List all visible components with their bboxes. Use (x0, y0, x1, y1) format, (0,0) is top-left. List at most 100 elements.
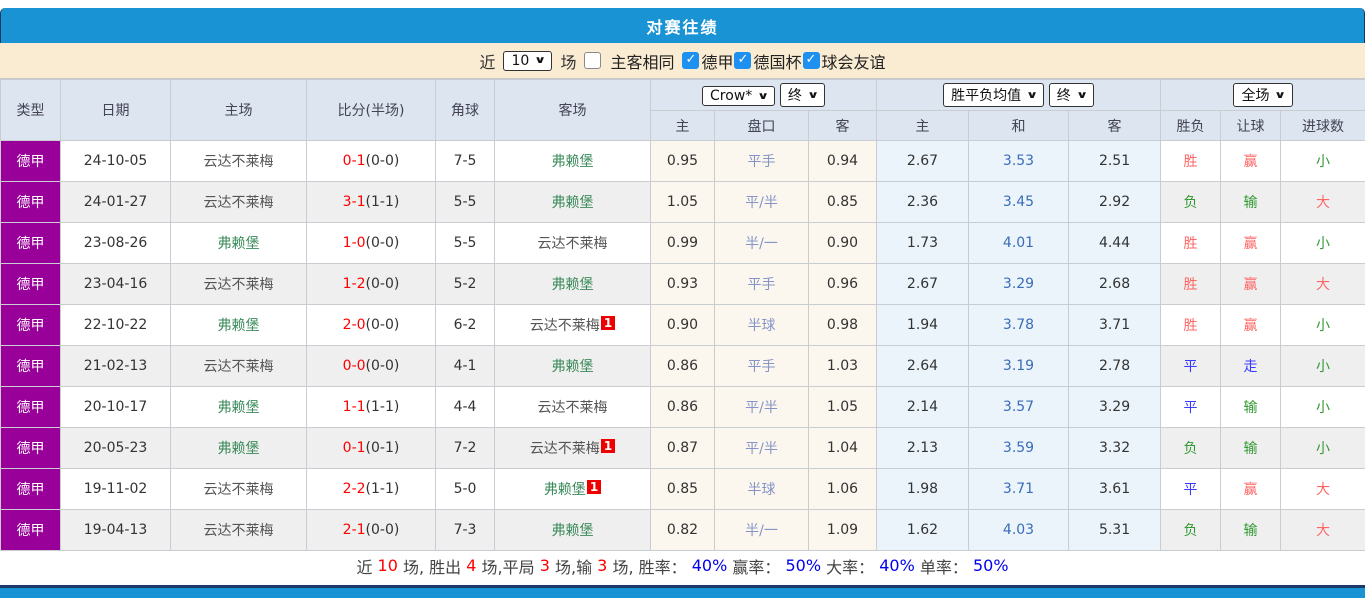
same-venue-checkbox[interactable] (584, 52, 602, 70)
home-team-link[interactable]: 云达不莱梅 (204, 523, 274, 539)
odds-value: 1.09 (826, 522, 859, 539)
result-label: 小 (1316, 236, 1331, 253)
away-team-cell: 弗赖堡 (494, 140, 651, 183)
league-checkbox-2[interactable] (802, 52, 820, 70)
table-row: 德甲 19-04-13 云达不莱梅 2-1(0-0) 7-3 弗赖堡 0.82 半/一 1.09… (0, 509, 1365, 552)
away-team-link[interactable]: 弗赖堡 (552, 195, 594, 211)
avg-odds-value: 3.53 (1002, 153, 1035, 170)
handicap-cell: 半球 (714, 304, 809, 347)
scope-select[interactable]: 全场 ∨ (1233, 83, 1293, 108)
away-team-link[interactable]: 弗赖堡 (552, 277, 594, 293)
league-checkbox-label: 德甲 (701, 52, 734, 72)
handicap-value: 平手 (747, 277, 776, 294)
home-team-link[interactable]: 云达不莱梅 (204, 195, 274, 211)
col-header-goals-result: 进球数 (1280, 110, 1365, 142)
avg-away-cell: 3.61 (1068, 468, 1162, 511)
odds-value: 0.90 (826, 235, 859, 252)
home-team-link[interactable]: 云达不莱梅 (204, 277, 274, 293)
chevron-down-icon: ∨ (534, 55, 547, 67)
corner-cell: 5-2 (435, 263, 495, 306)
avg-odds-value: 3.71 (1098, 317, 1131, 334)
league-checkbox-label: 德国杯 (753, 52, 802, 72)
col-header-avg-home: 主 (876, 110, 970, 142)
away-team-link[interactable]: 云达不莱梅 (530, 441, 600, 457)
fulltime-score: 0-1 (342, 440, 366, 457)
corner-cell: 7-5 (435, 140, 495, 183)
home-team-link[interactable]: 弗赖堡 (218, 236, 260, 252)
corner-cell: 5-5 (435, 222, 495, 265)
avg-odds-value: 1.94 (906, 317, 939, 334)
home-team-link[interactable]: 云达不莱梅 (204, 154, 274, 170)
odds-value: 0.95 (666, 153, 699, 170)
handicap-value: 半球 (747, 482, 776, 499)
stats-value: 40% (691, 556, 728, 576)
corner-count: 5-0 (453, 481, 477, 498)
avg-select-group: 胜平负均值 ∨ 终 ∨ (876, 79, 1162, 112)
col-header-score: 比分(半场) (306, 79, 436, 142)
away-team-link[interactable]: 弗赖堡 (552, 523, 594, 539)
result-cell: 胜 (1160, 263, 1222, 306)
corner-cell: 6-2 (435, 304, 495, 347)
avg-odds-value: 5.31 (1098, 522, 1131, 539)
col-header-date: 日期 (60, 79, 171, 142)
col-header-home: 主场 (170, 79, 307, 142)
near-label: 近 (479, 52, 496, 72)
home-team-link[interactable]: 云达不莱梅 (204, 359, 274, 375)
odds-away-cell: 1.06 (807, 468, 878, 511)
away-team-link[interactable]: 弗赖堡 (552, 154, 594, 170)
away-team-cell: 云达不莱梅 (494, 386, 651, 429)
away-team-link[interactable]: 云达不莱梅 (530, 318, 600, 334)
stats-label: 赢率： (727, 557, 786, 577)
away-team-link[interactable]: 弗赖堡 (544, 482, 586, 498)
away-team-link[interactable]: 云达不莱梅 (538, 236, 608, 252)
away-team-cell: 弗赖堡 (494, 509, 651, 552)
result-label: 输 (1243, 195, 1258, 212)
handicap-cell: 半球 (714, 468, 809, 511)
result-label: 大 (1316, 482, 1331, 499)
league-checkbox-0[interactable] (682, 52, 700, 70)
match-count-select[interactable]: 10 ∨ (503, 50, 553, 71)
odds-away-cell: 0.96 (807, 263, 878, 306)
avg-state-select[interactable]: 终 ∨ (1048, 83, 1094, 108)
corner-count: 4-4 (453, 399, 477, 416)
col-header-odds-home: 主 (650, 110, 715, 142)
handicap-cell: 半/一 (714, 509, 809, 552)
bookmaker-select[interactable]: Crow* ∨ (702, 86, 776, 107)
odds-state-select[interactable]: 终 ∨ (779, 83, 825, 108)
result-label: 小 (1316, 400, 1331, 417)
table-body: 德甲 24-10-05 云达不莱梅 0-1(0-0) 7-5 弗赖堡 0.95 平手 0.94 2… (0, 140, 1365, 552)
home-team-link[interactable]: 弗赖堡 (218, 400, 260, 416)
table-row: 德甲 19-11-02 云达不莱梅 2-2(1-1) 5-0 弗赖堡 1 0.85 半球 1.06… (0, 468, 1365, 511)
corner-cell: 7-2 (435, 427, 495, 470)
halftime-score: (0-0) (365, 153, 400, 170)
avg-odds-value: 2.64 (906, 358, 939, 375)
home-team-link[interactable]: 云达不莱梅 (204, 482, 274, 498)
result-label: 小 (1316, 154, 1331, 171)
odds-away-cell: 0.98 (807, 304, 878, 347)
same-venue-label: 主客相同 (610, 52, 675, 72)
league-cell: 德甲 (0, 468, 61, 511)
goals-result-cell: 小 (1280, 304, 1365, 347)
league-label: 德甲 (16, 482, 45, 499)
col-header-avg-draw: 和 (968, 110, 1070, 142)
avg-odds-value: 1.62 (906, 522, 939, 539)
home-team-link[interactable]: 弗赖堡 (218, 318, 260, 334)
match-date: 20-10-17 (83, 399, 148, 416)
away-team-link[interactable]: 云达不莱梅 (538, 400, 608, 416)
league-checkbox-1[interactable] (734, 52, 752, 70)
avg-away-cell: 2.92 (1068, 181, 1162, 224)
league-cell: 德甲 (0, 509, 61, 552)
avg-odds-select[interactable]: 胜平负均值 ∨ (943, 83, 1045, 108)
corner-cell: 7-3 (435, 509, 495, 552)
league-cell: 德甲 (0, 140, 61, 183)
league-label: 德甲 (16, 195, 45, 212)
home-team-link[interactable]: 弗赖堡 (218, 441, 260, 457)
home-team-cell: 弗赖堡 (170, 304, 307, 347)
avg-away-cell: 2.51 (1068, 140, 1162, 183)
avg-home-cell: 2.36 (876, 181, 970, 224)
away-team-link[interactable]: 弗赖堡 (552, 359, 594, 375)
away-team-cell: 弗赖堡 (494, 263, 651, 306)
match-date: 23-04-16 (83, 276, 148, 293)
table-header: 类型 日期 主场 比分(半场) 角球 客场 Crow* ∨ 终 ∨ 胜平负均值 … (0, 79, 1365, 142)
avg-odds-value: 4.01 (1002, 235, 1035, 252)
